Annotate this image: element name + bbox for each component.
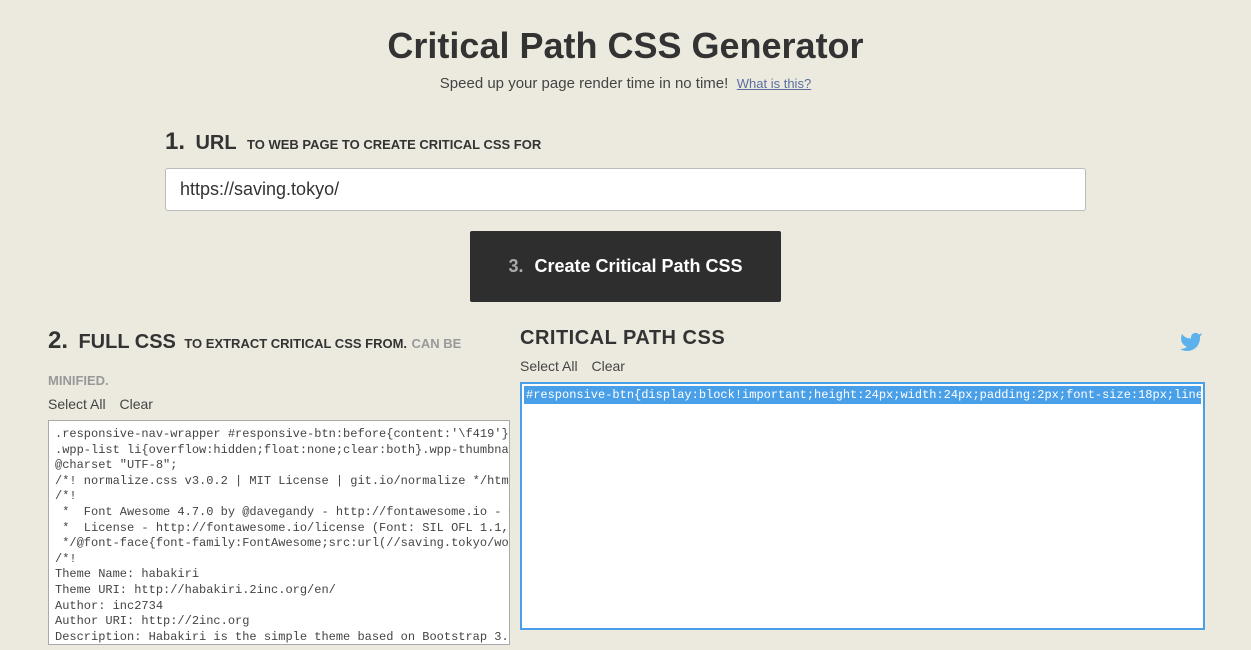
critical-css-title: CRITICAL PATH CSS [520,327,1205,350]
step-1-title: URL [195,132,236,154]
subtitle-row: Speed up your page render time in no tim… [0,75,1251,93]
step-2-note: CAN BE [412,336,462,351]
step-1-row: 1. URL TO WEB PAGE TO CREATE CRITICAL CS… [0,128,1251,211]
critical-css-output[interactable]: #responsive-btn{display:block!important;… [520,382,1205,630]
step-1-desc: TO WEB PAGE TO CREATE CRITICAL CSS FOR [247,137,541,152]
url-input[interactable] [165,168,1086,211]
create-button[interactable]: 3. Create Critical Path CSS [470,231,780,302]
left-clear-link[interactable]: Clear [119,396,152,412]
full-css-textarea[interactable] [48,420,510,645]
step-3-number: 3. [508,256,523,276]
right-select-all-link[interactable]: Select All [520,358,578,374]
left-select-all-link[interactable]: Select All [48,396,106,412]
right-clear-link[interactable]: Clear [591,358,624,374]
critical-css-line: #responsive-btn{display:block!important;… [524,386,1201,404]
page-title: Critical Path CSS Generator [0,25,1251,67]
left-panel: 2. FULL CSS TO EXTRACT CRITICAL CSS FROM… [48,327,510,650]
step-2-number: 2. [48,327,68,354]
step-2-desc: TO EXTRACT CRITICAL CSS FROM. [184,336,407,351]
step-2-note2: MINIFIED. [48,373,510,388]
step-2-title: FULL CSS [78,331,175,353]
subtitle-text: Speed up your page render time in no tim… [440,75,729,92]
create-button-label: Create Critical Path CSS [534,256,742,276]
what-is-this-link[interactable]: What is this? [737,76,811,91]
step-1-number: 1. [165,128,185,155]
twitter-icon[interactable] [1179,330,1203,359]
right-panel: CRITICAL PATH CSS Select All Clear #resp… [520,327,1205,650]
